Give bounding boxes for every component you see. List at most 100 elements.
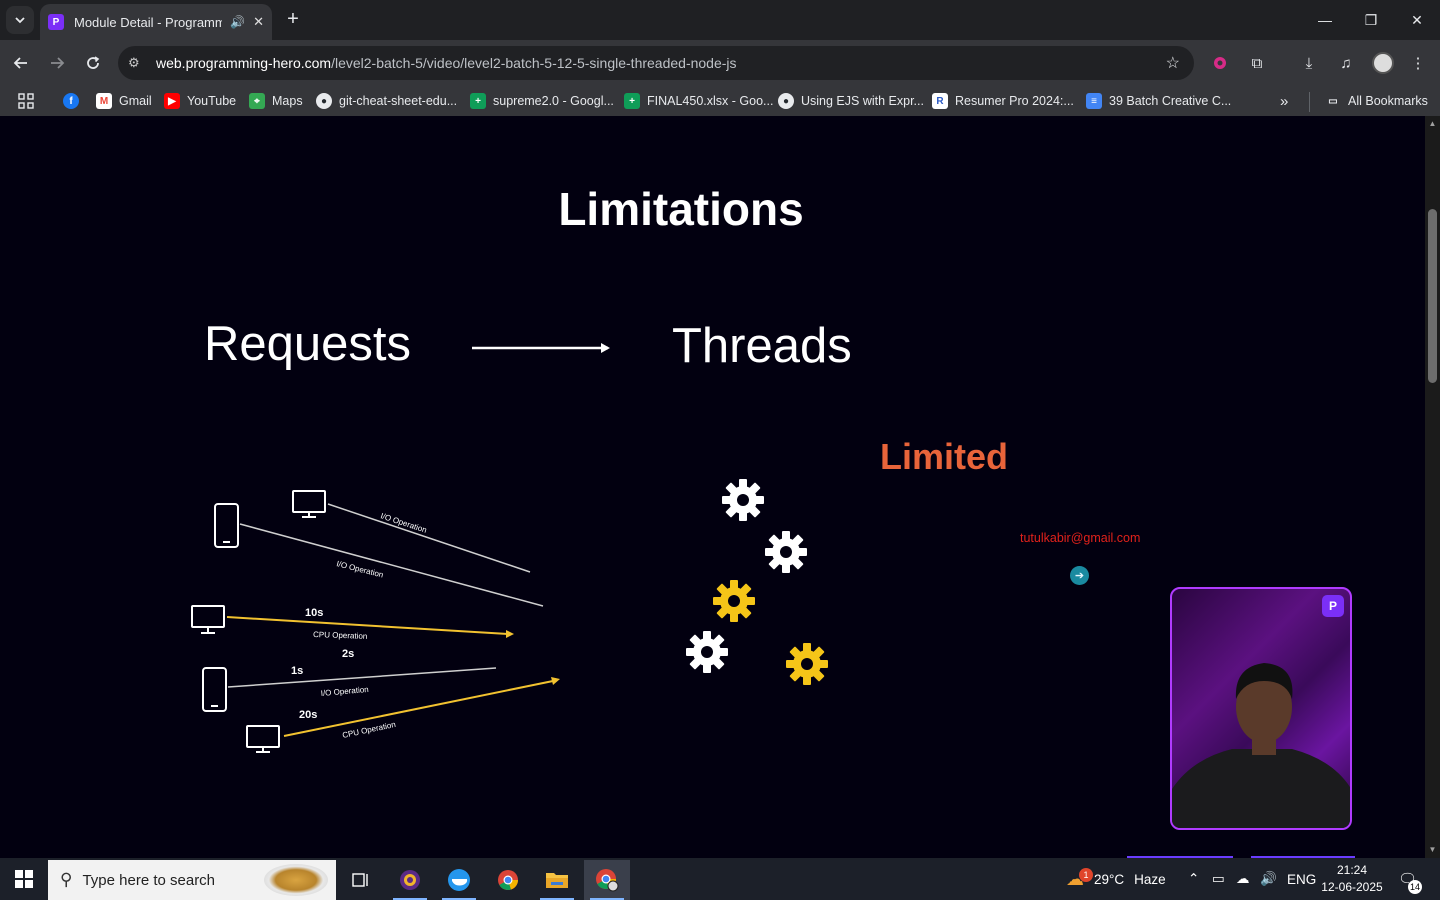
bookmark-39-batch[interactable]: ≡ 39 Batch Creative C...: [1086, 92, 1231, 110]
start-button[interactable]: [0, 858, 48, 900]
all-bookmarks-button[interactable]: ▭ All Bookmarks: [1325, 92, 1428, 110]
more-bookmarks-button[interactable]: »: [1280, 92, 1288, 110]
op-label: CPU Operation: [313, 630, 368, 641]
bookmark-gmail[interactable]: M Gmail: [96, 92, 152, 110]
cloud-sync-icon[interactable]: ☁: [1236, 858, 1250, 900]
threads-gears: [686, 479, 828, 685]
search-highlight-image: [264, 864, 328, 896]
slide-title: Limitations: [558, 183, 804, 235]
download-icon[interactable]: ⤓: [1296, 50, 1322, 76]
clock-time: 21:24: [1336, 863, 1368, 877]
browser-app-icon: [400, 870, 420, 890]
bookmark-star-icon[interactable]: ☆: [1166, 53, 1180, 73]
bookmark-youtube[interactable]: ▶ YouTube: [164, 92, 236, 110]
input-language[interactable]: ENG: [1287, 858, 1316, 900]
bookmark-facebook[interactable]: f: [63, 92, 86, 110]
requests-diagram: I/O Operation 2s 2s I/O Operation 10s CP…: [191, 490, 560, 753]
site-settings-icon[interactable]: ⚙: [128, 55, 146, 71]
forward-button[interactable]: [44, 50, 70, 76]
chevron-down-icon: [15, 17, 25, 24]
folder-icon: ▭: [1328, 95, 1338, 107]
close-tab-icon[interactable]: ✕: [253, 14, 264, 30]
volume-icon[interactable]: 🔊: [1260, 858, 1277, 900]
facebook-icon: f: [63, 93, 79, 109]
url-text: web.programming-hero.com/level2-batch-5/…: [156, 55, 737, 71]
arrow-right-icon: [51, 57, 65, 69]
docker-icon: [448, 869, 470, 891]
minimize-button[interactable]: —: [1302, 0, 1348, 40]
taskbar-app-chrome-profile[interactable]: [584, 860, 630, 900]
gear-icon: [722, 479, 764, 521]
io-line: [327, 503, 531, 573]
speaker-icon[interactable]: 🔊: [230, 15, 245, 29]
tab-search-button[interactable]: [6, 6, 34, 34]
new-tab-button[interactable]: +: [282, 8, 304, 30]
arrow-left-icon: [13, 57, 27, 69]
bookmark-maps[interactable]: ⌖ Maps: [249, 92, 303, 110]
op-time-10s: 10s: [305, 607, 323, 619]
taskbar-app-docker[interactable]: [436, 860, 482, 900]
bookmark-ejs[interactable]: ● Using EJS with Expr...: [778, 92, 924, 110]
reload-icon: [87, 56, 100, 69]
menu-icon[interactable]: ⋮: [1405, 50, 1431, 76]
phone-icon: [202, 667, 227, 712]
bookmark-final450[interactable]: + FINAL450.xlsx - Goo...: [624, 92, 773, 110]
bookmarks-bar: f M Gmail ▶ YouTube ⌖ Maps ● git-cheat-sheet…: [0, 86, 1440, 116]
profile-avatar[interactable]: [1372, 52, 1394, 74]
taskbar-app-firefox-nightly[interactable]: [387, 860, 433, 900]
cursor-arrow-icon: ➔: [1070, 566, 1089, 585]
media-control-icon[interactable]: ♫: [1333, 50, 1359, 76]
op-label: I/O Operation: [320, 685, 369, 698]
github-icon: ●: [316, 93, 332, 109]
taskbar-app-file-explorer[interactable]: [534, 860, 580, 900]
task-view-icon: [352, 873, 368, 887]
resumer-icon: R: [932, 93, 948, 109]
taskbar-app-chrome[interactable]: [485, 860, 531, 900]
op-time-2s: 2s: [342, 648, 354, 660]
show-hidden-icons[interactable]: ⌃: [1188, 858, 1199, 900]
bookmark-resumer[interactable]: R Resumer Pro 2024:...: [932, 92, 1074, 110]
clock-date: 12-06-2025: [1321, 880, 1383, 894]
taskbar-search[interactable]: ⚲ Type here to search: [48, 860, 336, 900]
active-tab[interactable]: P Module Detail - Programming Hero 🔊 ✕: [40, 4, 272, 40]
taskbar-clock[interactable]: 21:24 12-06-2025: [1318, 862, 1386, 896]
apps-grid-icon: [18, 93, 34, 109]
scroll-thumb[interactable]: [1428, 209, 1437, 383]
video-player[interactable]: Limitations Requests Threads Limited tut…: [0, 116, 1425, 858]
network-icon[interactable]: ▭: [1212, 858, 1225, 900]
weather-condition: Haze: [1134, 871, 1166, 887]
gear-icon: [713, 580, 755, 622]
presenter-figure: [1172, 663, 1350, 828]
monitor-icon: [292, 490, 326, 518]
apps-button[interactable]: [18, 92, 34, 110]
cpu-line: [226, 616, 509, 635]
reload-button[interactable]: [80, 50, 106, 76]
chevron-up-icon: ⌃: [1188, 871, 1200, 886]
docs-icon: ≡: [1086, 93, 1102, 109]
restore-button[interactable]: ❐: [1348, 0, 1394, 40]
chrome-icon: [596, 869, 619, 892]
extension-icon[interactable]: [1207, 50, 1233, 76]
tab-strip: P Module Detail - Programming Hero 🔊 ✕ +…: [0, 0, 1440, 40]
page-scrollbar[interactable]: ▲ ▼: [1425, 116, 1440, 858]
op-time-20s: 20s: [299, 709, 317, 721]
weather-temp: 29°C: [1094, 871, 1125, 887]
bookmark-supreme[interactable]: + supreme2.0 - Googl...: [470, 92, 614, 110]
close-window-button[interactable]: ✕: [1394, 0, 1440, 40]
task-view-button[interactable]: [338, 860, 384, 900]
weather-alert-badge: 1: [1079, 868, 1093, 882]
arrow-right-icon: [472, 343, 610, 353]
threads-heading: Threads: [672, 319, 852, 373]
address-bar[interactable]: ⚙ web.programming-hero.com/level2-batch-…: [118, 46, 1194, 80]
bookmark-git-cheat-sheet[interactable]: ● git-cheat-sheet-edu...: [316, 92, 457, 110]
scroll-up-icon[interactable]: ▲: [1428, 119, 1437, 129]
extensions-puzzle-icon[interactable]: ⧉: [1244, 50, 1270, 76]
op-time-1s: 1s: [291, 665, 303, 677]
back-button[interactable]: [8, 50, 34, 76]
monitor-icon: [246, 725, 280, 753]
scroll-down-icon[interactable]: ▼: [1428, 845, 1437, 855]
search-icon: ⚲: [60, 870, 73, 889]
watermark-email: tutulkabir@gmail.com: [1020, 531, 1141, 545]
io-line: [227, 667, 497, 688]
monitor-icon: [191, 605, 225, 634]
